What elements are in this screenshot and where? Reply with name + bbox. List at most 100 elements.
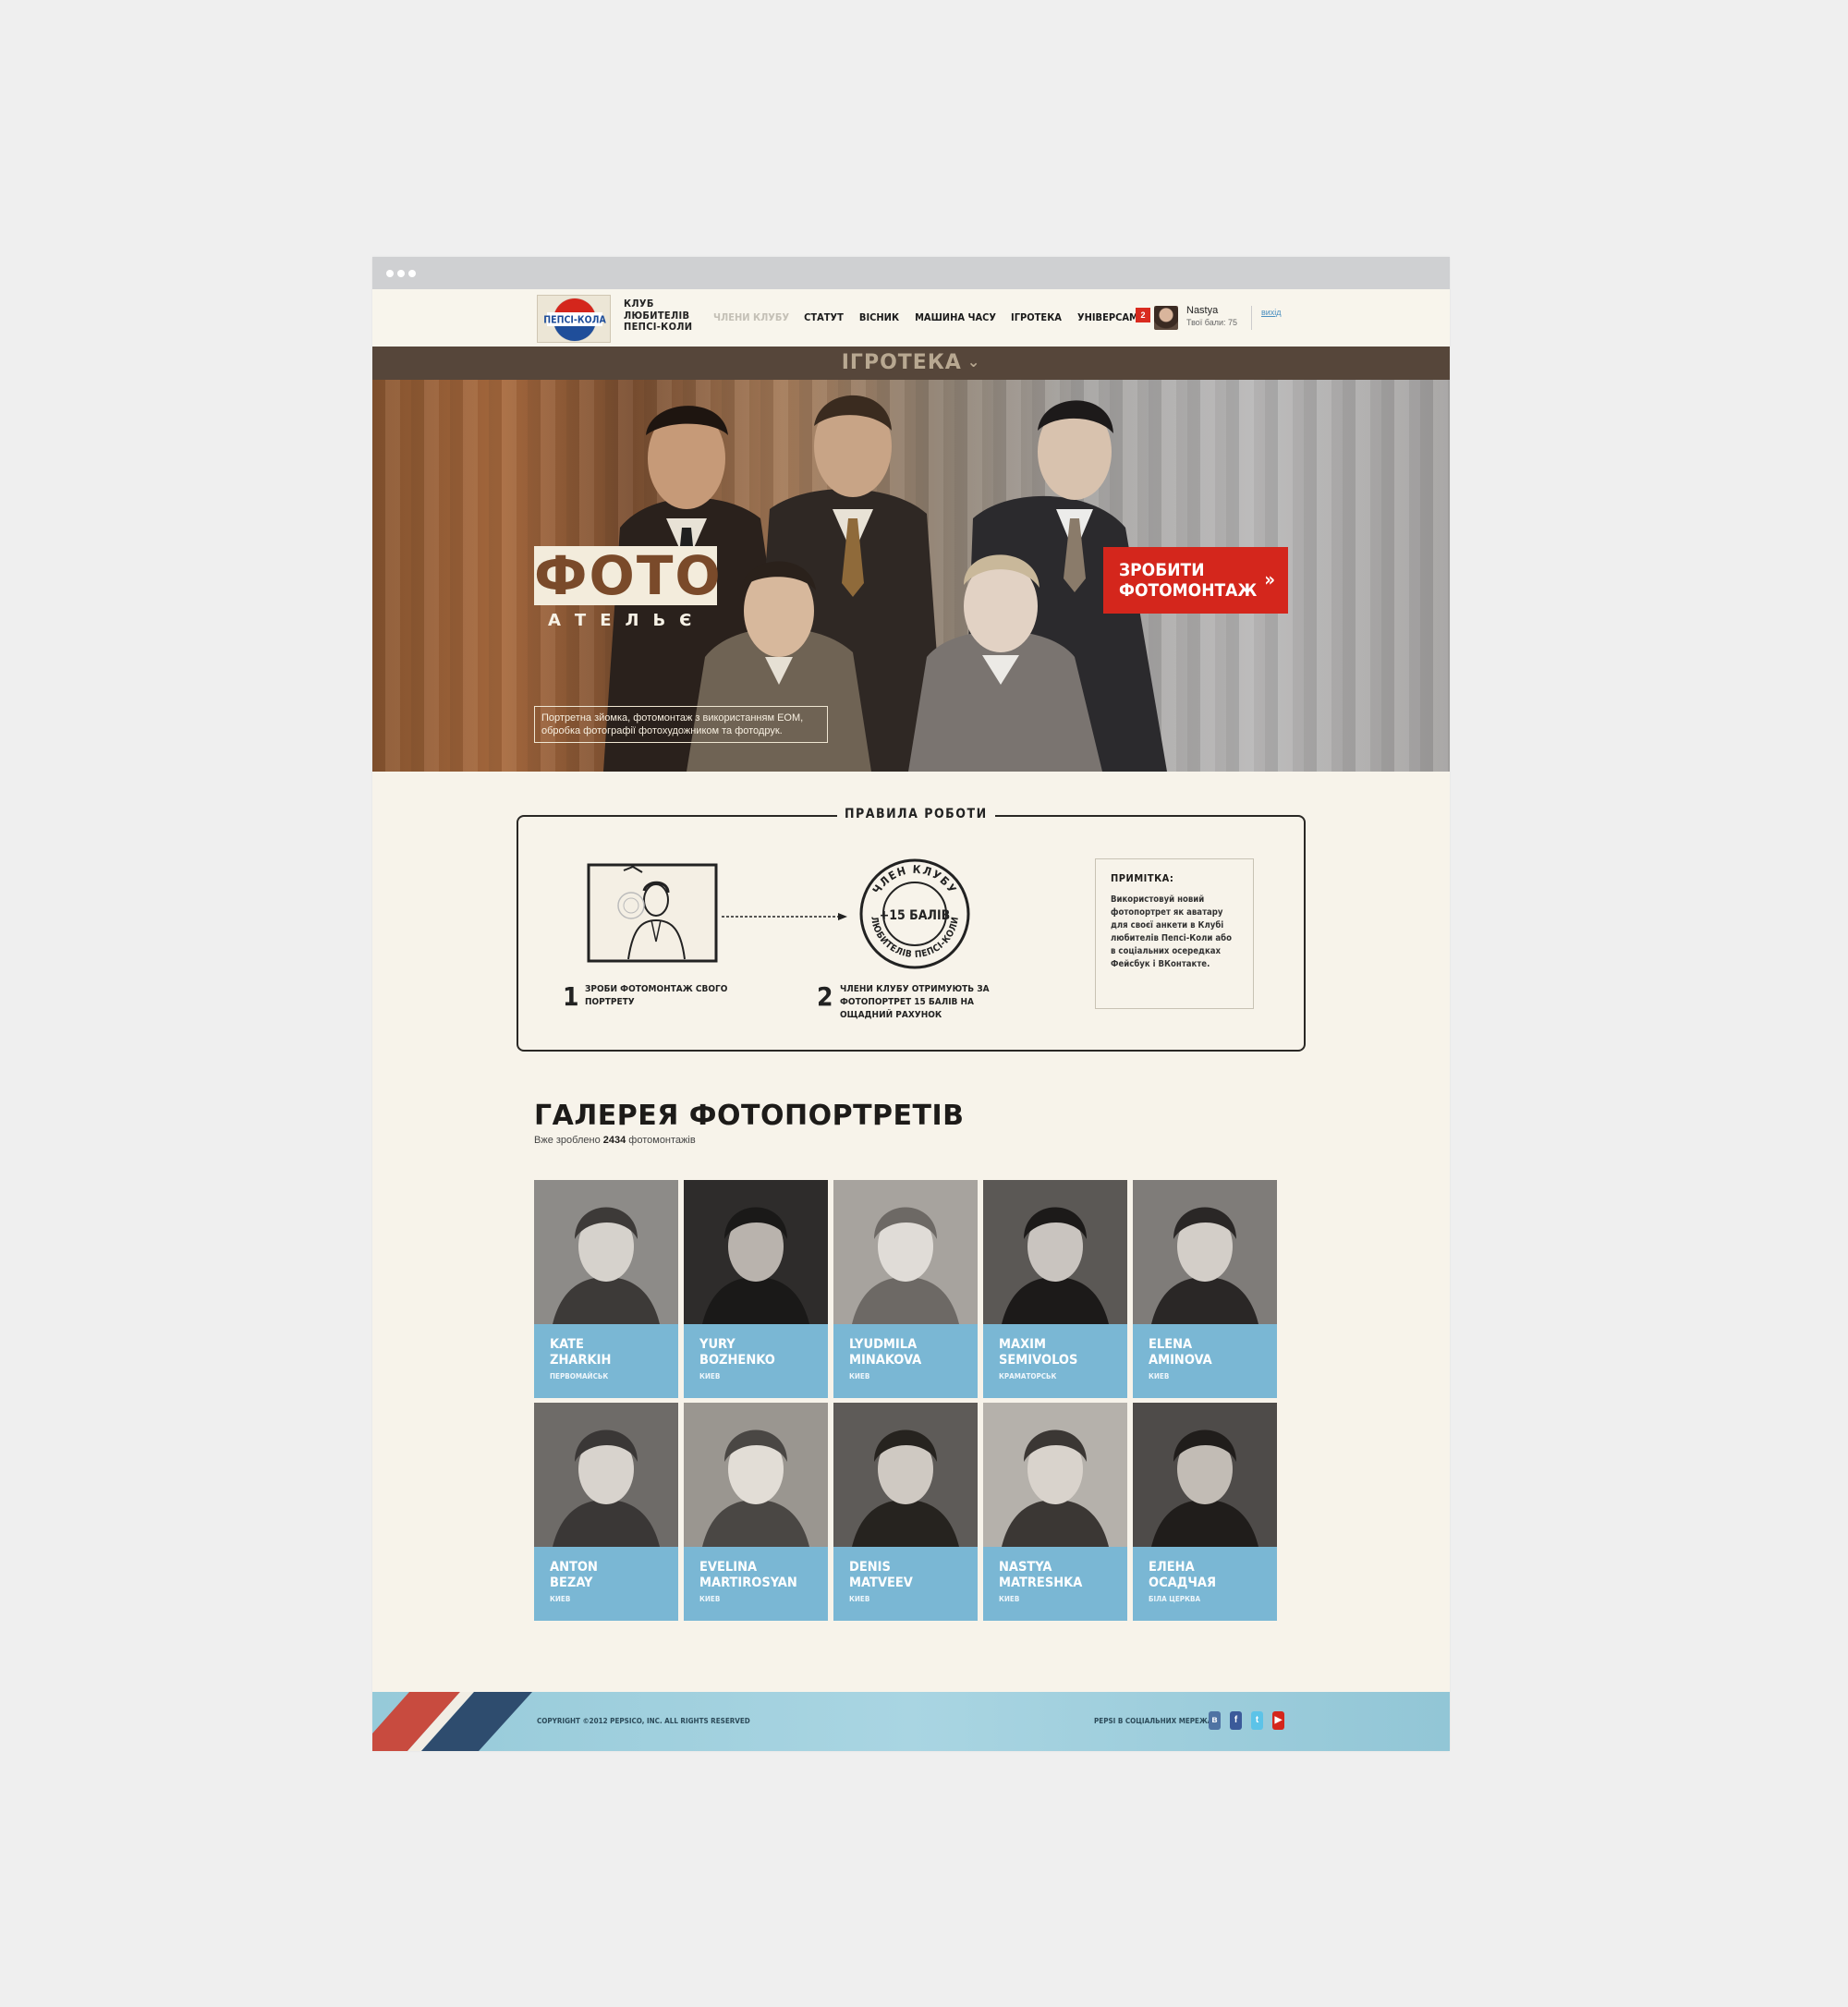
gallery-card[interactable]: NASTYA MATRESHKA КИЕВ	[983, 1403, 1127, 1621]
card-info: ЕЛЕНА ОСАДЧАЯ БІЛА ЦЕРКВА	[1133, 1547, 1277, 1621]
gallery-subtitle: Вже зроблено 2434 фотомонтажів	[534, 1135, 696, 1146]
person-city: КИЕВ	[550, 1595, 571, 1603]
step-text-line: ЗРОБИ ФОТОМОНТАЖ СВОГО	[585, 984, 728, 994]
person-first-name: KATE	[550, 1337, 584, 1352]
youtube-icon[interactable]: ▶	[1272, 1711, 1284, 1730]
person-first-name: DENIS	[849, 1560, 891, 1575]
person-city: КИЕВ	[1149, 1372, 1170, 1381]
card-info: ELENA AMINOVA КИЕВ	[1133, 1324, 1277, 1398]
portrait-photo	[1133, 1403, 1277, 1547]
person-last-name: MARTIROSYAN	[699, 1575, 797, 1590]
step-text: ЗРОБИ ФОТОМОНТАЖ СВОГО ПОРТРЕТУ	[585, 983, 727, 1009]
site-header: ПЕПСІ-КОЛА КЛУБ ЛЮБИТЕЛІВ ПЕПСІ-КОЛИ ЧЛЕ…	[372, 289, 1450, 347]
points-stamp-icon: ЧЛЕН КЛУБУ ЛЮБИТЕЛІВ ПЕПСІ-КОЛИ +15 БАЛІ…	[859, 858, 970, 969]
nav-item-store[interactable]: УНІВЕРСАМ	[1077, 311, 1138, 326]
club-name-line: КЛУБ	[624, 298, 654, 310]
hero-subtitle: АТЕЛЬЄ	[548, 611, 706, 630]
double-chevron-right-icon: »	[1264, 568, 1275, 590]
gallery-title: ГАЛЕРЕЯ ФОТОПОРТРЕТІВ	[534, 1100, 965, 1132]
step-text-line: ЧЛЕНИ КЛУБУ ОТРИМУЮТЬ ЗА	[840, 984, 990, 994]
note-text: Використовуй новий фотопортрет як аватар…	[1111, 894, 1238, 971]
gallery-card[interactable]: ANTON BEZAY КИЕВ	[534, 1403, 678, 1621]
divider	[1251, 306, 1252, 330]
gallery-card[interactable]: ЕЛЕНА ОСАДЧАЯ БІЛА ЦЕРКВА	[1133, 1403, 1277, 1621]
step-number: 2	[817, 981, 833, 1012]
note-line: любителів Пепсі-Коли або	[1111, 933, 1232, 943]
person-last-name: ZHARKIH	[550, 1353, 612, 1368]
note-line: Фейсбук і ВКонтакте.	[1111, 959, 1210, 969]
twitter-icon[interactable]: t	[1251, 1711, 1263, 1730]
photomontage-count: 2434	[602, 1135, 626, 1146]
card-info: LYUDMILA MINAKOVA КИЕВ	[833, 1324, 978, 1398]
portrait-photo	[1133, 1180, 1277, 1324]
gallery-card[interactable]: KATE ZHARKIH ПЕРВОМАЙСЬК	[534, 1180, 678, 1398]
gallery-card[interactable]: EVELINA MARTIROSYAN КИЕВ	[684, 1403, 828, 1621]
person-first-name: MAXIM	[999, 1337, 1046, 1352]
card-info: ANTON BEZAY КИЕВ	[534, 1547, 678, 1621]
gallery-subtitle-prefix: Вже зроблено	[534, 1135, 601, 1146]
pepsi-cola-logo[interactable]: ПЕПСІ-КОЛА	[537, 295, 611, 343]
site-footer: COPYRIGHT ©2012 PEPSICO, INC. ALL RIGHTS…	[372, 1692, 1450, 1751]
main-nav: ЧЛЕНИ КЛУБУ СТАТУТ ВІСНИК МАШИНА ЧАСУ ІГ…	[713, 311, 1138, 326]
person-last-name: BEZAY	[550, 1575, 593, 1590]
step-text-line: ОЩАДНИЙ РАХУНОК	[840, 1010, 942, 1020]
nav-item-games[interactable]: ІГРОТЕКА	[1011, 311, 1062, 326]
club-name-line: ПЕПСІ-КОЛИ	[624, 321, 693, 333]
portrait-photo	[983, 1180, 1127, 1324]
note-line: для своєї анкети в Клубі	[1111, 920, 1224, 931]
card-info: NASTYA MATRESHKA КИЕВ	[983, 1547, 1127, 1621]
portrait-photo	[833, 1403, 978, 1547]
pepsi-globe-icon: ПЕПСІ-КОЛА	[538, 296, 610, 342]
section-bar: ІГРОТЕКА ⌄	[372, 347, 1450, 380]
nav-item-club-members[interactable]: ЧЛЕНИ КЛУБУ	[713, 311, 789, 326]
portrait-photo	[833, 1180, 978, 1324]
cta-label-line: ФОТОМОНТАЖ	[1119, 580, 1258, 601]
portrait-photo	[534, 1403, 678, 1547]
hero-title: ФОТО	[534, 544, 723, 607]
gallery-card[interactable]: MAXIM SEMIVOLOS КРАМАТОРСЬК	[983, 1180, 1127, 1398]
portrait-sketch-icon	[587, 863, 718, 963]
person-first-name: ЕЛЕНА	[1149, 1560, 1195, 1575]
social-label: PEPSI В СОЦІАЛЬНИХ МЕРЕЖАХ:	[1094, 1717, 1221, 1725]
note-line: Використовуй новий	[1111, 894, 1205, 905]
section-label: ІГРОТЕКА	[841, 351, 962, 374]
gallery-subtitle-suffix: фотомонтажів	[628, 1135, 696, 1146]
user-name[interactable]: Nastya	[1186, 305, 1218, 316]
person-city: КИЕВ	[699, 1595, 721, 1603]
hero-description-line: Портретна зйомка, фотомонтаж з використа…	[541, 712, 804, 724]
person-last-name: ОСАДЧАЯ	[1149, 1575, 1217, 1590]
copyright: COPYRIGHT ©2012 PEPSICO, INC. ALL RIGHTS…	[537, 1717, 750, 1725]
gallery-card[interactable]: DENIS MATVEEV КИЕВ	[833, 1403, 978, 1621]
browser-chrome-bar	[372, 257, 1450, 289]
facebook-icon[interactable]: f	[1230, 1711, 1242, 1730]
window-dot	[408, 270, 416, 277]
browser-window: ПЕПСІ-КОЛА КЛУБ ЛЮБИТЕЛІВ ПЕПСІ-КОЛИ ЧЛЕ…	[372, 257, 1450, 1751]
person-city: КРАМАТОРСЬК	[999, 1372, 1057, 1381]
person-last-name: MATRESHKA	[999, 1575, 1083, 1590]
svg-text:ПЕПСІ-КОЛА: ПЕПСІ-КОЛА	[543, 315, 606, 326]
club-name: КЛУБ ЛЮБИТЕЛІВ ПЕПСІ-КОЛИ	[624, 298, 707, 334]
person-city: КИЕВ	[849, 1595, 870, 1603]
gallery-card[interactable]: ELENA AMINOVA КИЕВ	[1133, 1180, 1277, 1398]
nav-item-charter[interactable]: СТАТУТ	[804, 311, 844, 326]
svg-text:ЧЛЕН КЛУБУ: ЧЛЕН КЛУБУ	[870, 863, 960, 896]
person-first-name: ANTON	[550, 1560, 598, 1575]
avatar[interactable]	[1154, 306, 1178, 330]
gallery-card[interactable]: YURY BOZHENKO КИЕВ	[684, 1180, 828, 1398]
person-last-name: MATVEEV	[849, 1575, 913, 1590]
notification-badge[interactable]: 2	[1136, 308, 1150, 322]
svg-text:+15 БАЛІВ: +15 БАЛІВ	[880, 908, 951, 923]
nav-item-bulletin[interactable]: ВІСНИК	[859, 311, 899, 326]
window-dot	[386, 270, 394, 277]
retro-stripes-decoration	[372, 1692, 532, 1751]
gallery-card[interactable]: LYUDMILA MINAKOVA КИЕВ	[833, 1180, 978, 1398]
nav-item-time-machine[interactable]: МАШИНА ЧАСУ	[915, 311, 996, 326]
section-dropdown[interactable]: ІГРОТЕКА ⌄	[842, 351, 980, 374]
vkontakte-icon[interactable]: в	[1209, 1711, 1221, 1730]
make-photomontage-button[interactable]: ЗРОБИТИ ФОТОМОНТАЖ »	[1103, 547, 1288, 614]
portrait-photo	[534, 1180, 678, 1324]
logout-link[interactable]: вихід	[1261, 308, 1282, 317]
person-city: КИЕВ	[699, 1372, 721, 1381]
person-first-name: NASTYA	[999, 1560, 1052, 1575]
card-info: DENIS MATVEEV КИЕВ	[833, 1547, 978, 1621]
